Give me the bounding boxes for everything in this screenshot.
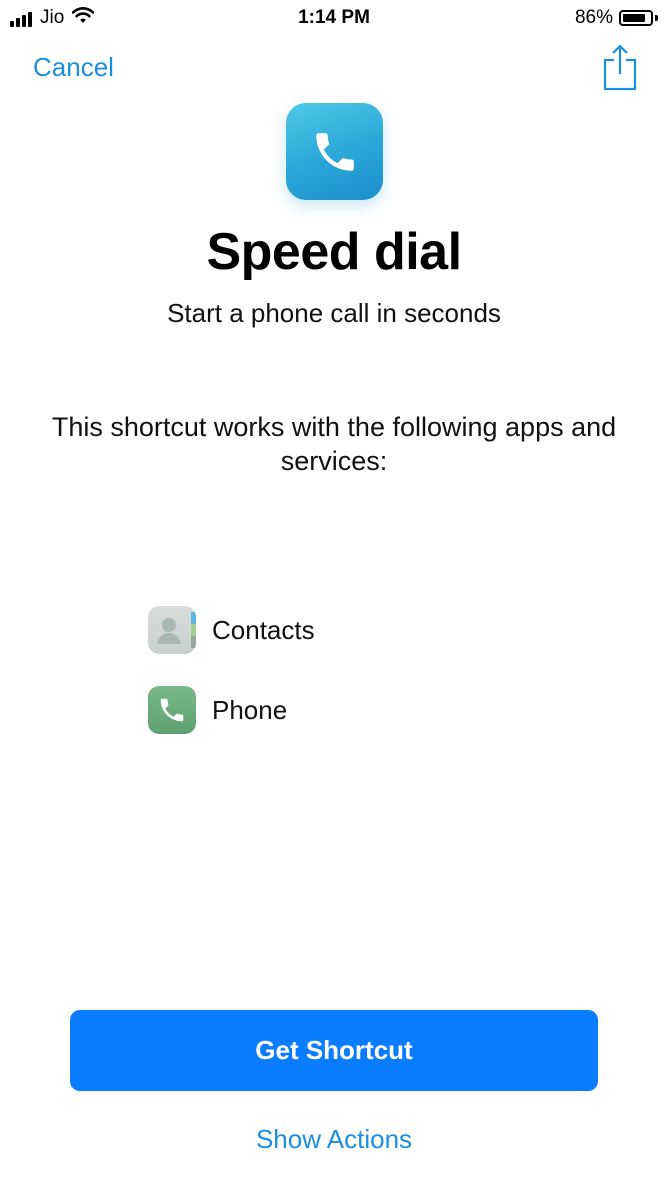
phone-app-icon [148,686,196,734]
battery-fill [623,14,645,22]
show-actions-button[interactable]: Show Actions [0,1124,668,1155]
battery-icon [619,10,653,26]
status-right: 86% [575,7,658,29]
service-item-phone: Phone [148,686,287,734]
status-bar: Jio 1:14 PM 86% [0,0,668,36]
shortcut-detail-screen: Jio 1:14 PM 86% Cancel Speed dial Start … [0,0,668,1188]
contacts-icon [148,606,196,654]
cancel-button[interactable]: Cancel [33,52,114,83]
shortcut-title: Speed dial [206,223,462,281]
shortcut-phone-icon [286,103,383,200]
share-icon[interactable] [602,44,638,92]
works-with-text: This shortcut works with the following a… [51,412,617,476]
service-label-phone: Phone [212,694,288,725]
contacts-tabs [191,612,196,648]
shortcut-subtitle: Start a phone call in seconds [167,298,501,328]
status-time: 1:14 PM [298,7,370,28]
service-item-contacts: Contacts [148,606,315,654]
battery-cap [655,15,658,21]
battery-percentage: 86% [574,7,613,28]
get-shortcut-button[interactable]: Get Shortcut [70,1010,598,1091]
service-label-contacts: Contacts [212,614,315,645]
